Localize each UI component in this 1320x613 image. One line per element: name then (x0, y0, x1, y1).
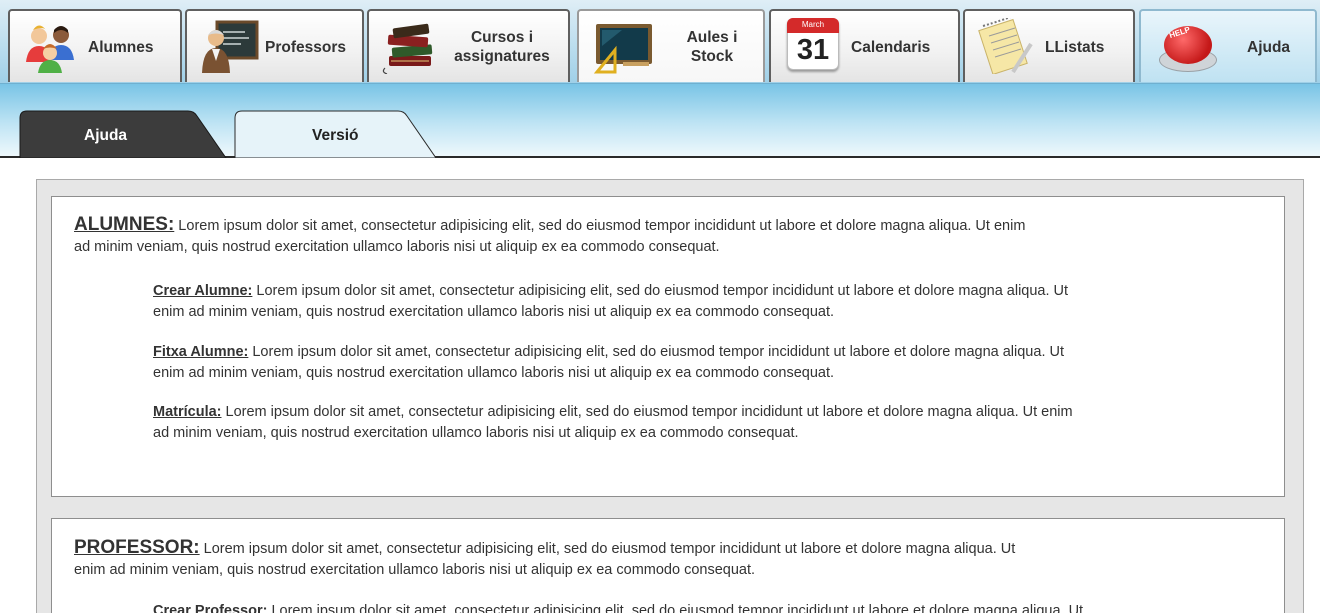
item-text-line1: Lorem ipsum dolor sit amet, consectetur … (252, 283, 1069, 299)
item-text-line2: ad minim veniam, quis nostrud exercitati… (153, 425, 799, 441)
nav-tab-professors[interactable]: Professors (185, 9, 364, 82)
subtab-label: Ajuda (84, 127, 128, 144)
subtab-ajuda[interactable]: Ajuda (18, 110, 228, 158)
main-navigation: Alumnes Professors Cursos i assignatures (0, 0, 1320, 84)
item-title: Matrícula: (153, 404, 222, 420)
nav-tab-label-line1: Cursos i (470, 29, 533, 46)
section-text-line1: Lorem ipsum dolor sit amet, consectetur … (174, 218, 1026, 234)
help-button-icon: HELP (1155, 18, 1219, 76)
section-text-line2: ad minim veniam, quis nostrud exercitati… (74, 239, 720, 255)
item-text-line2: enim ad minim veniam, quis nostrud exerc… (153, 304, 835, 320)
section-title: PROFESSOR: (74, 537, 200, 558)
section-title: ALUMNES: (74, 214, 175, 235)
item-text-line1: Lorem ipsum dolor sit amet, consectetur … (248, 344, 1064, 360)
item-title: Crear Alumne: (153, 283, 253, 299)
nav-tab-label: Alumnes (88, 39, 154, 56)
help-item-crear-alumne: Crear Alumne: Lorem ipsum dolor sit amet… (153, 281, 1068, 323)
nav-tab-llistats[interactable]: LListats (963, 9, 1135, 82)
section-intro: PROFESSOR: Lorem ipsum dolor sit amet, c… (74, 537, 1015, 581)
nav-tab-label: LListats (1045, 39, 1105, 56)
section-text-line1: Lorem ipsum dolor sit amet, consectetur … (199, 541, 1016, 557)
notepad-icon (978, 18, 1033, 74)
books-icon (382, 23, 433, 74)
calendar-day: 31 (796, 34, 830, 66)
nav-tab-label: Professors (265, 39, 346, 56)
item-text-line1: Lorem ipsum dolor sit amet, consectetur … (267, 603, 1084, 613)
section-intro: ALUMNES: Lorem ipsum dolor sit amet, con… (74, 214, 1025, 258)
calendar-icon: March 31 (787, 18, 841, 72)
nav-tab-aules[interactable]: Aules i Stock (577, 9, 765, 82)
calendar-month: March (787, 18, 839, 33)
subtab-label: Versió (312, 127, 359, 144)
nav-tab-cursos[interactable]: Cursos i assignatures (367, 9, 570, 82)
nav-tab-calendaris[interactable]: March 31 Calendaris (769, 9, 960, 82)
nav-tab-label-line1: Aules i (686, 29, 738, 46)
nav-tab-label: Ajuda (1247, 39, 1291, 56)
nav-tab-label: Aules i Stock (677, 28, 747, 66)
nav-tab-ajuda[interactable]: HELP Ajuda (1139, 9, 1317, 82)
help-item-crear-professor: Crear Professor: Lorem ipsum dolor sit a… (153, 601, 1083, 613)
blackboard-icon (593, 24, 652, 74)
subtab-versio[interactable]: Versió (234, 110, 438, 158)
item-text-line1: Lorem ipsum dolor sit amet, consectetur … (221, 404, 1073, 420)
item-title: Crear Professor: (153, 603, 268, 613)
help-item-matricula: Matrícula: Lorem ipsum dolor sit amet, c… (153, 402, 1073, 444)
item-text-line2: enim ad minim veniam, quis nostrud exerc… (153, 365, 835, 381)
students-icon (26, 25, 74, 73)
section-text-line2: enim ad minim veniam, quis nostrud exerc… (74, 562, 756, 578)
nav-tab-label: Cursos i assignatures (446, 28, 558, 66)
help-item-fitxa-alumne: Fitxa Alumne: Lorem ipsum dolor sit amet… (153, 342, 1064, 384)
teacher-icon (202, 20, 259, 73)
nav-tab-label-line2: Stock (690, 48, 734, 65)
nav-tab-label-line2: assignatures (454, 48, 550, 65)
item-title: Fitxa Alumne: (153, 344, 249, 360)
nav-tab-label: Calendaris (851, 39, 931, 56)
nav-tab-alumnes[interactable]: Alumnes (8, 9, 182, 82)
